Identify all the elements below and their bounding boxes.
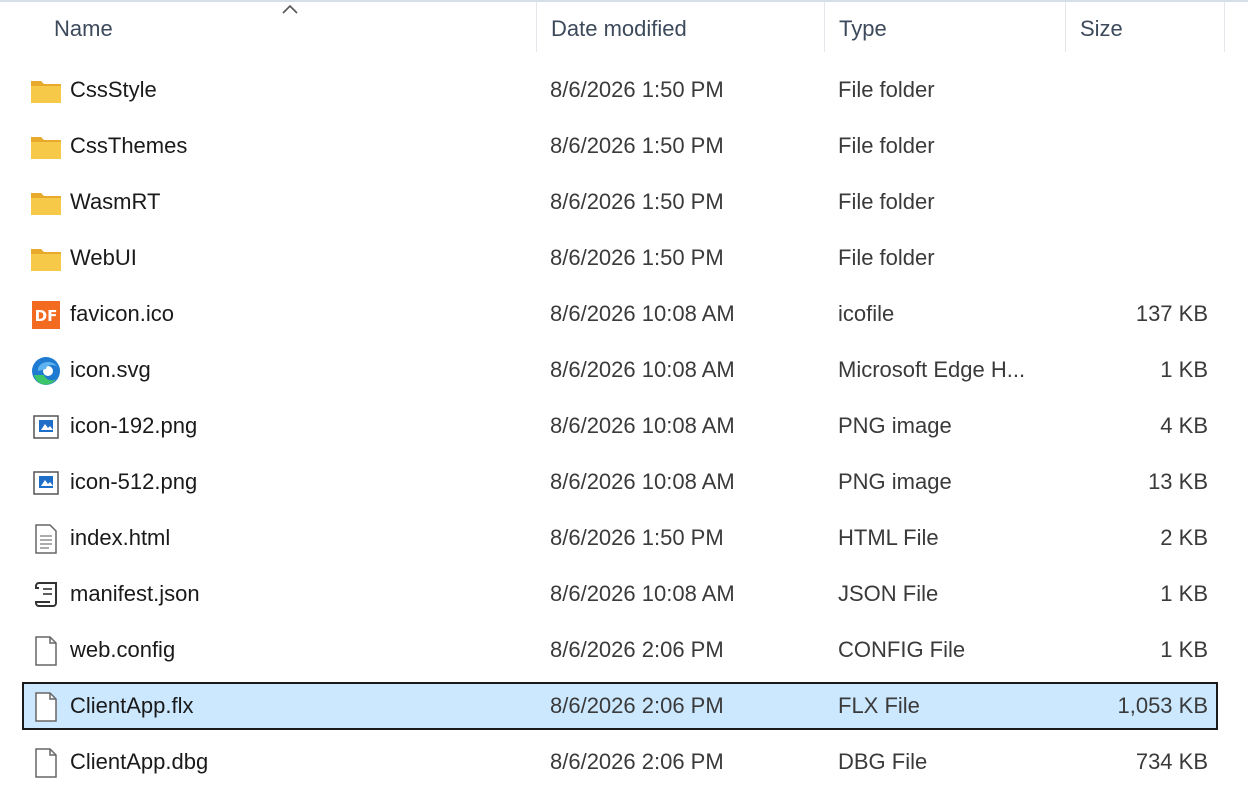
image-file-icon <box>30 412 62 442</box>
folder-row[interactable]: WebUI 8/6/2026 1:50 PM File folder <box>22 234 1218 282</box>
file-type: CONFIG File <box>838 637 966 662</box>
file-name: icon-192.png <box>70 413 198 438</box>
column-divider[interactable] <box>1224 2 1225 52</box>
file-name: web.config <box>70 637 176 662</box>
file-name: CssStyle <box>70 77 157 102</box>
script-file-icon <box>30 580 62 610</box>
file-name: ClientApp.dbg <box>70 749 209 774</box>
file-row[interactable]: icon-512.png 8/6/2026 10:08 AM PNG image 13… <box>22 458 1218 506</box>
file-size: 2 KB <box>1160 525 1208 550</box>
folder-row[interactable]: CssThemes 8/6/2026 1:50 PM File folder <box>22 122 1218 170</box>
file-type: JSON File <box>838 581 939 606</box>
file-name: favicon.ico <box>70 301 174 326</box>
date-modified: 8/6/2026 10:08 AM <box>550 581 735 606</box>
folder-icon <box>30 188 62 218</box>
file-size: 1 KB <box>1160 581 1208 606</box>
file-name: WasmRT <box>70 189 161 214</box>
file-row[interactable]: icon.svg 8/6/2026 10:08 AM Microsoft Edge … <box>22 346 1218 394</box>
date-modified: 8/6/2026 1:50 PM <box>550 77 724 102</box>
date-modified: 8/6/2026 10:08 AM <box>550 301 735 326</box>
blank-file-icon <box>30 692 62 722</box>
column-header-date[interactable]: Date modified <box>537 2 824 56</box>
date-modified: 8/6/2026 10:08 AM <box>550 413 735 438</box>
file-size: 13 KB <box>1148 469 1208 494</box>
edge-icon <box>30 356 62 386</box>
file-type: DBG File <box>838 749 928 774</box>
folder-icon <box>30 244 62 274</box>
file-name: icon-512.png <box>70 469 198 494</box>
date-modified: 8/6/2026 10:08 AM <box>550 469 735 494</box>
sort-ascending-icon <box>282 4 298 14</box>
column-header-type[interactable]: Type <box>825 2 1065 56</box>
file-size: 1 KB <box>1160 637 1208 662</box>
file-size: 1 KB <box>1160 357 1208 382</box>
file-size: 4 KB <box>1160 413 1208 438</box>
folder-row[interactable]: WasmRT 8/6/2026 1:50 PM File folder <box>22 178 1218 226</box>
file-size: 137 KB <box>1135 301 1208 326</box>
file-name: manifest.json <box>70 581 200 606</box>
file-row[interactable]: icon-192.png 8/6/2026 10:08 AM PNG image 4 … <box>22 402 1218 450</box>
df-app-icon: DF <box>30 300 62 330</box>
date-modified: 8/6/2026 1:50 PM <box>550 133 724 158</box>
file-size: 734 KB <box>1135 749 1208 774</box>
file-type: HTML File <box>838 525 939 550</box>
file-row[interactable]: DF favicon.ico 8/6/2026 10:08 AM icofile 137… <box>22 290 1218 338</box>
text-document-icon <box>30 524 62 554</box>
column-header-bar: Name Date modified Type Size <box>0 0 1248 56</box>
file-type: File folder <box>838 133 935 158</box>
folder-icon <box>30 76 62 106</box>
file-row[interactable]: manifest.json 8/6/2026 10:08 AM JSON File 1… <box>22 570 1218 618</box>
date-modified: 8/6/2026 1:50 PM <box>550 525 724 550</box>
date-modified: 8/6/2026 1:50 PM <box>550 189 724 214</box>
file-type: Microsoft Edge H... <box>838 357 1026 382</box>
file-row[interactable]: index.html 8/6/2026 1:50 PM HTML File 2 KB <box>22 514 1218 562</box>
file-row[interactable]: ClientApp.flx 8/6/2026 2:06 PM FLX File 1,0… <box>22 682 1218 730</box>
svg-text:DF: DF <box>35 307 58 325</box>
file-type: File folder <box>838 77 935 102</box>
file-type: File folder <box>838 189 935 214</box>
file-type: PNG image <box>838 413 952 438</box>
file-type: icofile <box>838 301 895 326</box>
file-name: icon.svg <box>70 357 151 382</box>
file-name: index.html <box>70 525 171 550</box>
date-modified: 8/6/2026 2:06 PM <box>550 637 724 662</box>
column-header-size[interactable]: Size <box>1066 2 1224 56</box>
image-file-icon <box>30 468 62 498</box>
date-modified: 8/6/2026 2:06 PM <box>550 693 724 718</box>
blank-file-icon <box>30 748 62 778</box>
file-type: File folder <box>838 245 935 270</box>
file-name: ClientApp.flx <box>70 693 194 718</box>
folder-row[interactable]: CssStyle 8/6/2026 1:50 PM File folder <box>22 66 1218 114</box>
file-type: PNG image <box>838 469 952 494</box>
date-modified: 8/6/2026 1:50 PM <box>550 245 724 270</box>
file-size: 1,053 KB <box>1117 693 1208 718</box>
folder-icon <box>30 132 62 162</box>
blank-file-icon <box>30 636 62 666</box>
file-type: FLX File <box>838 693 920 718</box>
file-name: WebUI <box>70 245 137 270</box>
file-name: CssThemes <box>70 133 188 158</box>
date-modified: 8/6/2026 2:06 PM <box>550 749 724 774</box>
file-row[interactable]: web.config 8/6/2026 2:06 PM CONFIG File 1 K… <box>22 626 1218 674</box>
date-modified: 8/6/2026 10:08 AM <box>550 357 735 382</box>
file-row[interactable]: ClientApp.dbg 8/6/2026 2:06 PM DBG File 734… <box>22 738 1218 786</box>
